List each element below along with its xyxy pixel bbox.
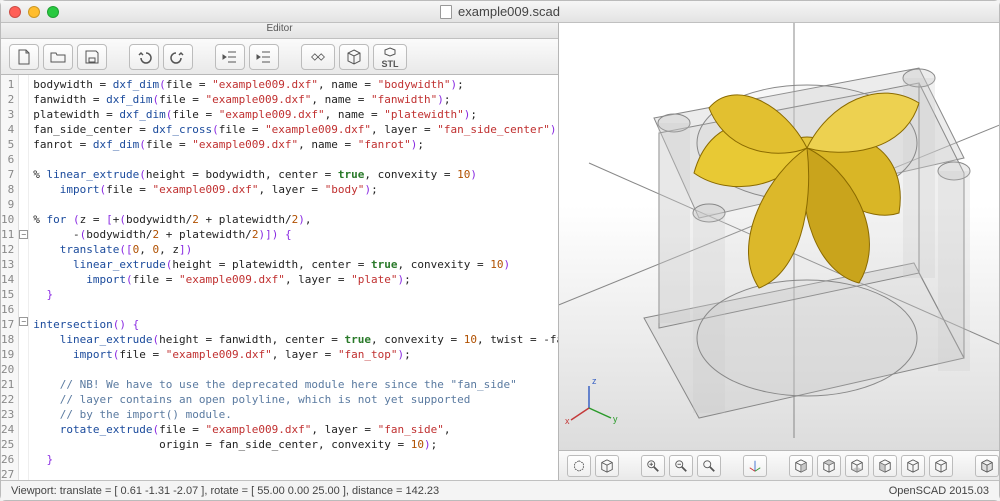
view-back-button[interactable] — [929, 455, 953, 477]
svg-text:y: y — [613, 414, 618, 424]
folder-open-icon — [50, 49, 66, 65]
window-title-text: example009.scad — [458, 4, 560, 19]
cube-bottom-icon — [850, 459, 864, 473]
save-icon — [84, 49, 100, 65]
unindent-button[interactable] — [215, 44, 245, 70]
export-stl-button[interactable]: STL — [373, 44, 407, 70]
indent-button[interactable] — [249, 44, 279, 70]
view-right-button[interactable] — [789, 455, 813, 477]
stl-icon — [382, 45, 398, 59]
axes-icon — [748, 459, 762, 473]
view-top-button[interactable] — [817, 455, 841, 477]
cube-top-icon — [822, 459, 836, 473]
cube-right-icon — [794, 459, 808, 473]
fold-gutter: −− — [19, 75, 29, 480]
view-bottom-button[interactable] — [845, 455, 869, 477]
indent-icon — [256, 49, 272, 65]
statusbar: Viewport: translate = [ 0.61 -1.31 -2.07… — [1, 480, 999, 500]
zoom-in-icon — [646, 459, 660, 473]
view-front-button[interactable] — [901, 455, 925, 477]
zoom-reset-button[interactable] — [697, 455, 721, 477]
show-axes-button[interactable] — [743, 455, 767, 477]
cube-back-icon — [934, 459, 948, 473]
unindent-icon — [222, 49, 238, 65]
vt-preview-button[interactable] — [567, 455, 591, 477]
zoom-in-button[interactable] — [641, 455, 665, 477]
open-button[interactable] — [43, 44, 73, 70]
window-controls — [9, 6, 59, 18]
cube-front-icon — [906, 459, 920, 473]
minimize-button[interactable] — [28, 6, 40, 18]
window-title: example009.scad — [1, 4, 999, 19]
zoom-button[interactable] — [47, 6, 59, 18]
svg-text:x: x — [565, 416, 570, 426]
redo-icon — [170, 49, 186, 65]
cube-diagonal-icon — [980, 459, 994, 473]
document-icon — [440, 5, 452, 19]
editor-title: Editor — [1, 23, 558, 39]
save-button[interactable] — [77, 44, 107, 70]
axes-indicator: z y x — [565, 376, 618, 426]
viewport-status: Viewport: translate = [ 0.61 -1.31 -2.07… — [11, 485, 439, 497]
editor-toolbar: STL — [1, 39, 558, 75]
render-button[interactable] — [339, 44, 369, 70]
preview-button[interactable] — [301, 44, 335, 70]
undo-button[interactable] — [129, 44, 159, 70]
code-editor[interactable]: 1 2 3 4 5 6 7 8 9 10 11 12 13 14 15 16 1… — [1, 75, 558, 480]
model-box — [644, 68, 970, 418]
new-file-icon — [16, 49, 32, 65]
cube-icon — [346, 49, 362, 65]
vt-render-button[interactable] — [595, 455, 619, 477]
stl-label: STL — [382, 59, 399, 69]
version-label: OpenSCAD 2015.03 — [889, 485, 989, 497]
svg-text:z: z — [592, 376, 597, 386]
code-area[interactable]: bodywidth = dxf_dim(file = "example009.d… — [29, 75, 558, 480]
viewer-pane: z y x — [559, 23, 999, 480]
undo-icon — [136, 49, 152, 65]
zoom-out-icon — [674, 459, 688, 473]
main-split: Editor — [1, 23, 999, 480]
view-left-button[interactable] — [873, 455, 897, 477]
editor-pane: Editor — [1, 23, 559, 480]
line-number-gutter: 1 2 3 4 5 6 7 8 9 10 11 12 13 14 15 16 1… — [1, 75, 19, 480]
view-diagonal-button[interactable] — [975, 455, 999, 477]
preview-icon — [572, 459, 586, 473]
cube-left-icon — [878, 459, 892, 473]
3d-viewport[interactable]: z y x — [559, 23, 999, 450]
viewer-toolbar: » — [559, 450, 999, 480]
cube-icon — [600, 459, 614, 473]
preview-icon — [310, 49, 326, 65]
new-button[interactable] — [9, 44, 39, 70]
zoom-reset-icon — [702, 459, 716, 473]
zoom-out-button[interactable] — [669, 455, 693, 477]
titlebar: example009.scad — [1, 1, 999, 23]
close-button[interactable] — [9, 6, 21, 18]
redo-button[interactable] — [163, 44, 193, 70]
